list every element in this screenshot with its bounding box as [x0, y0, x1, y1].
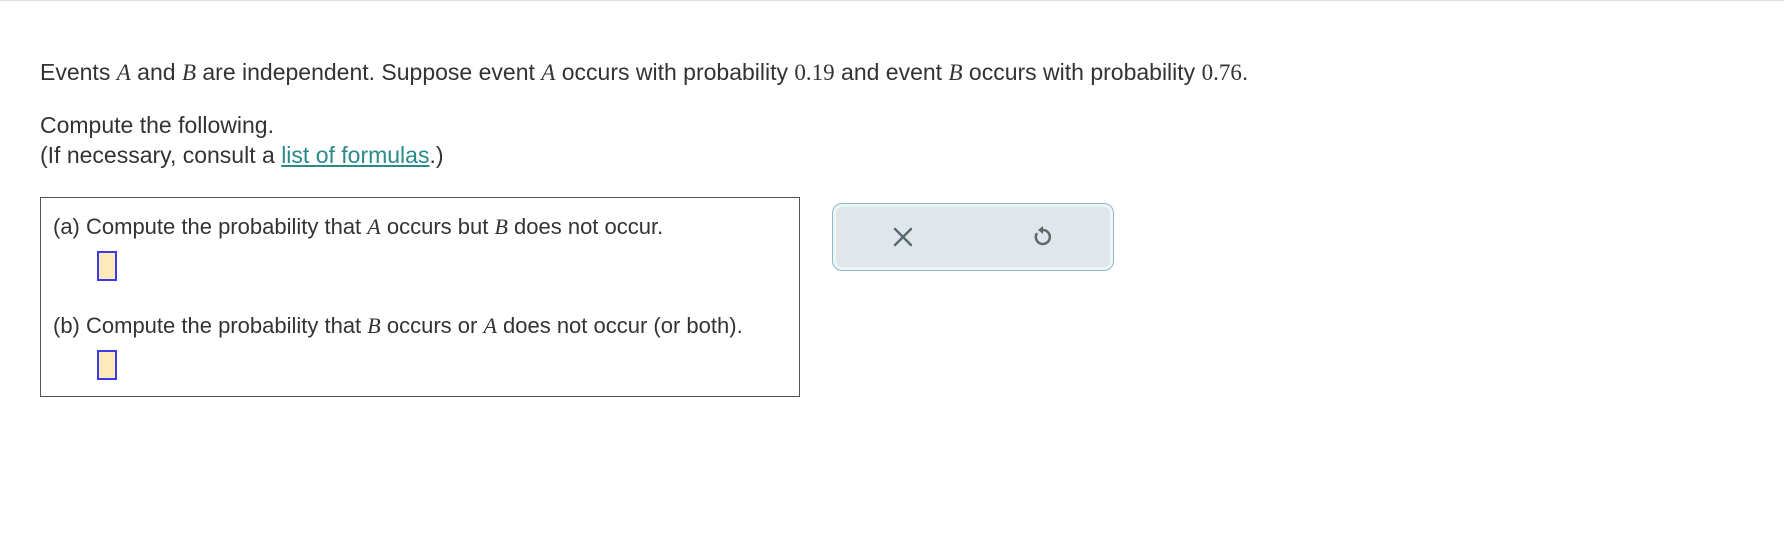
text: Compute the probability that — [86, 313, 367, 338]
work-row: (a) Compute the probability that A occur… — [40, 197, 1744, 397]
var-A: A — [483, 313, 496, 338]
text: occurs but — [381, 214, 495, 239]
var-A: A — [541, 60, 555, 85]
question-box: (a) Compute the probability that A occur… — [40, 197, 800, 397]
prob-A: 0.19 — [794, 60, 834, 85]
instruction-line2: (If necessary, consult a list of formula… — [40, 141, 1744, 171]
reset-button[interactable] — [1023, 217, 1063, 257]
answer-toolbar — [832, 203, 1114, 271]
prob-B: 0.76 — [1202, 60, 1242, 85]
part-a: (a) Compute the probability that A occur… — [41, 198, 799, 297]
answer-input-a[interactable] — [97, 251, 117, 281]
var-B: B — [494, 214, 507, 239]
text: occurs with probability — [555, 59, 794, 85]
text: and — [131, 59, 182, 85]
text: Compute the probability that — [86, 214, 367, 239]
question-page: Events A and B are independent. Suppose … — [0, 0, 1784, 427]
text: does not occur (or both). — [497, 313, 743, 338]
close-icon — [892, 226, 914, 248]
clear-button[interactable] — [883, 217, 923, 257]
var-B: B — [367, 313, 380, 338]
var-B: B — [182, 60, 196, 85]
part-label: (b) — [53, 313, 86, 338]
part-b: (b) Compute the probability that B occur… — [41, 297, 799, 396]
var-A: A — [367, 214, 380, 239]
undo-icon — [1031, 225, 1055, 249]
text: (If necessary, consult a — [40, 142, 281, 168]
text: . — [1242, 59, 1248, 85]
instructions: Compute the following. (If necessary, co… — [40, 111, 1744, 171]
answer-input-b[interactable] — [97, 350, 117, 380]
instruction-line1: Compute the following. — [40, 111, 1744, 141]
var-A: A — [117, 60, 131, 85]
text: are independent. Suppose event — [196, 59, 541, 85]
text: and event — [835, 59, 949, 85]
var-B: B — [948, 60, 962, 85]
text: occurs with probability — [963, 59, 1202, 85]
problem-statement: Events A and B are independent. Suppose … — [40, 56, 1744, 89]
text: does not occur. — [508, 214, 663, 239]
text: occurs or — [381, 313, 484, 338]
text: .) — [429, 142, 443, 168]
text: Events — [40, 59, 117, 85]
part-label: (a) — [53, 214, 86, 239]
formulas-link[interactable]: list of formulas — [281, 142, 429, 168]
